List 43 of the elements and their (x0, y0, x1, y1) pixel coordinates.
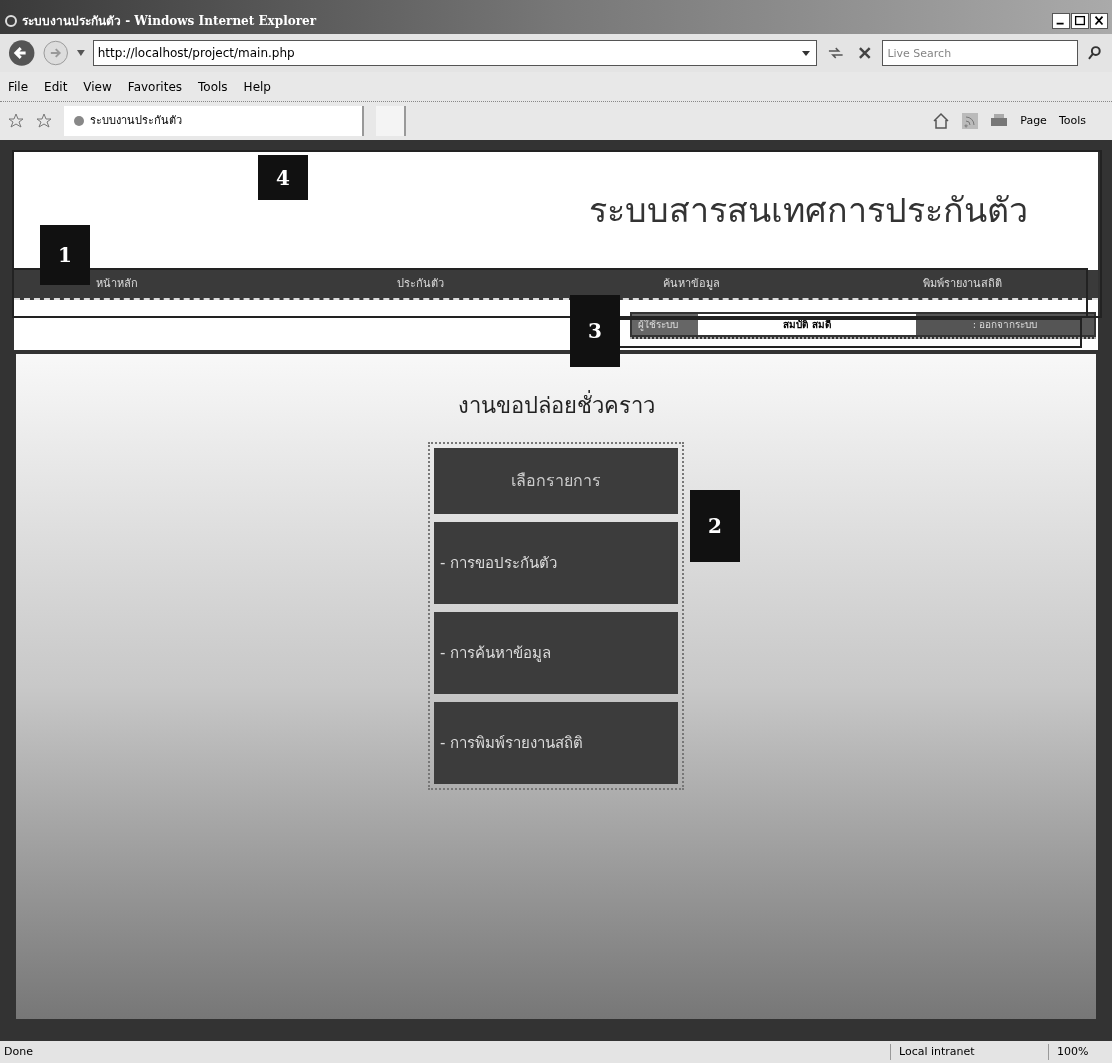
menu-item[interactable]: Edit (44, 77, 68, 96)
section-title: งานขอปล่อยชั่วคราว (457, 389, 655, 422)
feed-icon[interactable] (962, 113, 979, 129)
callout-number: 4 (258, 155, 308, 200)
nav-link[interactable]: ประกันตัว (397, 275, 444, 293)
minimize-icon[interactable] (1052, 13, 1070, 29)
menu-header: เลือกรายการ (434, 448, 678, 514)
menu-item[interactable]: Help (243, 77, 271, 96)
printer-icon[interactable] (990, 113, 1009, 129)
nav-link[interactable]: ค้นหาข้อมูล (663, 275, 720, 293)
nav-link[interactable]: พิมพ์รายงานสถิติ (923, 275, 1002, 293)
search-icon[interactable] (1086, 44, 1104, 62)
menu-item[interactable]: Favorites (127, 77, 183, 96)
site-title: ระบบสารสนเทศการประกันตัว (589, 188, 1028, 232)
security-zone: Local intranet (890, 1043, 1040, 1061)
new-tab-button[interactable] (376, 106, 406, 136)
close-icon[interactable] (1090, 13, 1108, 29)
window-title: ระบบงานประกันตัว - Windows Internet Explorer (22, 13, 318, 30)
menu-item[interactable]: View (83, 77, 112, 96)
home-icon[interactable] (932, 112, 951, 130)
back-icon[interactable] (8, 39, 36, 67)
menu-item[interactable]: File (8, 77, 29, 96)
browser-tab[interactable]: ระบบงานประกันตัว (64, 106, 364, 136)
zoom-button[interactable]: 100% (1048, 1043, 1108, 1061)
nav-link[interactable]: หน้าหลัก (96, 275, 138, 293)
callout-number: 3 (570, 295, 620, 367)
star-icon[interactable] (8, 113, 24, 129)
maximize-icon[interactable] (1071, 13, 1089, 29)
toolbar-button[interactable]: Tools (1058, 112, 1086, 130)
callout-number: 2 (690, 490, 740, 562)
menu-option[interactable]: - การค้นหาข้อมูล (434, 612, 678, 694)
browser-icon (4, 14, 18, 28)
search-field[interactable]: Live Search (882, 40, 1079, 66)
star-icon[interactable] (36, 113, 52, 129)
menu-option[interactable]: - การพิมพ์รายงานสถิติ (434, 702, 678, 784)
dropdown-caret-icon[interactable] (76, 50, 85, 56)
address-field[interactable]: http://localhost/project/main.php (92, 40, 818, 66)
callout-number: 1 (40, 225, 90, 285)
toolbar-button[interactable]: Page (1020, 112, 1047, 130)
menu-option[interactable]: - การขอประกันตัว (434, 522, 678, 604)
page-icon (72, 114, 86, 128)
status-text: Done (4, 1043, 34, 1060)
menu-item[interactable]: Tools (198, 77, 228, 96)
